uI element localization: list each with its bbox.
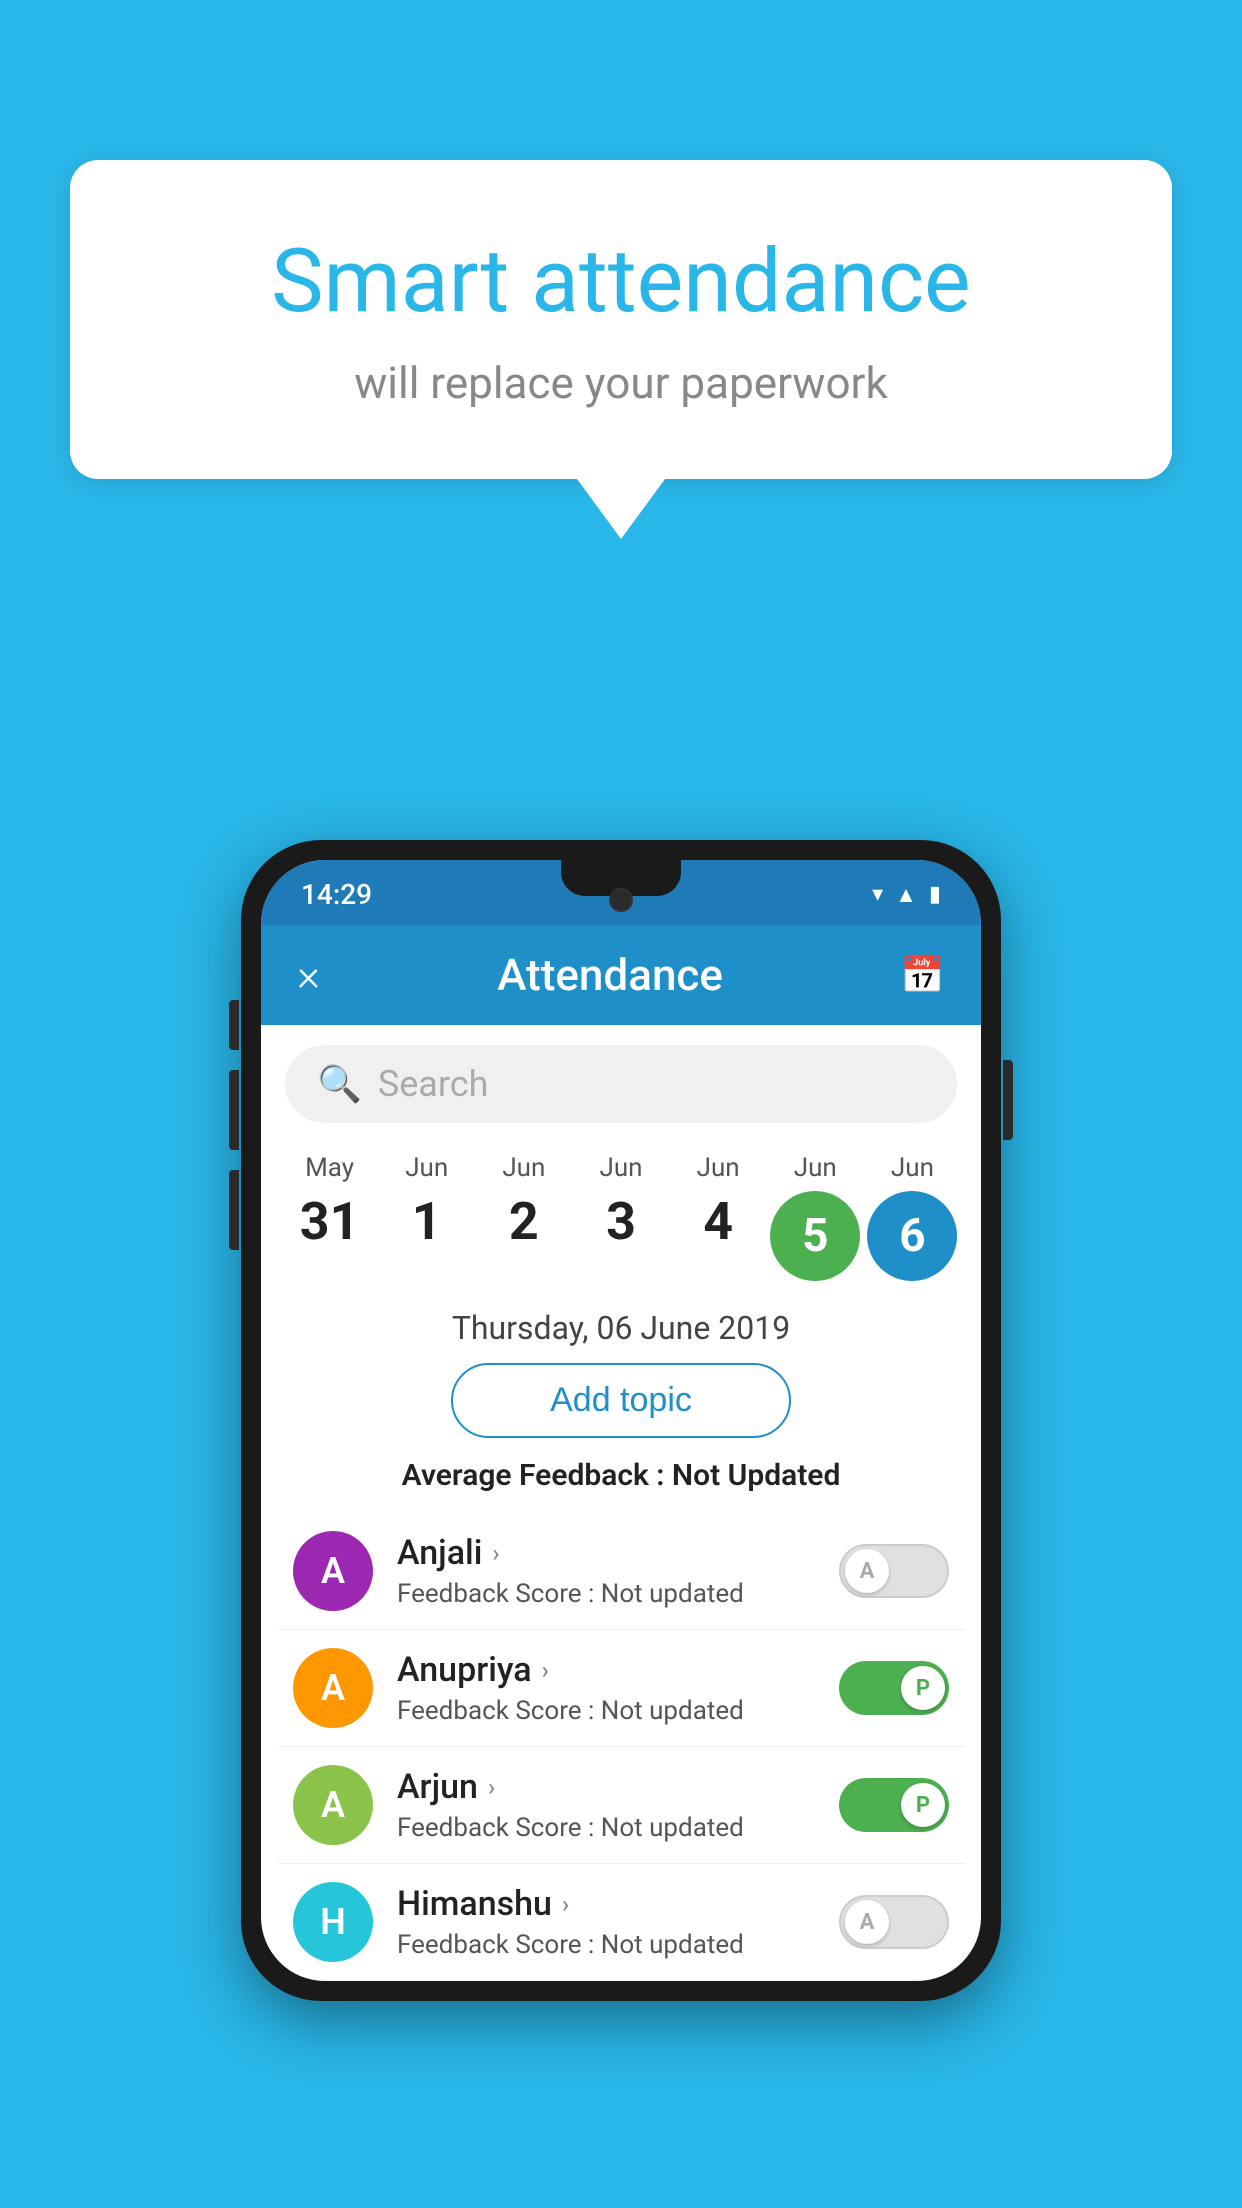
date-col-1[interactable]: Jun 1 [378,1153,475,1281]
phone-screen: 14:29 ▾ ▲ ▮ × Attendance 📅 🔍 Search [261,860,981,1981]
toggle-anupriya[interactable]: P [839,1661,949,1715]
student-row-anupriya[interactable]: A Anupriya › Feedback Score : Not update… [277,1630,965,1747]
date-col-0[interactable]: May 31 [281,1153,378,1281]
volume-down-button [229,1170,239,1250]
speech-bubble: Smart attendance will replace your paper… [70,160,1172,479]
student-feedback-arjun: Feedback Score : Not updated [397,1813,839,1843]
close-button[interactable]: × [297,949,320,1001]
selected-date-info: Thursday, 06 June 2019 [261,1281,981,1363]
date-month-5: Jun [794,1153,837,1183]
date-day-0: 31 [300,1191,360,1252]
date-day-1: 1 [412,1191,442,1252]
student-name-arjun: Arjun › [397,1767,839,1807]
toggle-switch-anupriya[interactable]: P [839,1661,949,1715]
search-bar[interactable]: 🔍 Search [285,1045,957,1123]
avg-feedback-label: Average Feedback : [402,1458,665,1493]
date-col-3[interactable]: Jun 3 [572,1153,669,1281]
toggle-knob-arjun: P [901,1783,945,1827]
student-info-arjun: Arjun › Feedback Score : Not updated [397,1767,839,1843]
status-icons: ▾ ▲ ▮ [872,882,941,908]
date-month-2: Jun [502,1153,545,1183]
avatar-anupriya: A [293,1648,373,1728]
chevron-icon: › [488,1773,495,1801]
mute-button [229,1000,239,1050]
power-button [1003,1060,1013,1140]
avg-feedback-value: Not Updated [672,1458,840,1493]
date-month-0: May [305,1153,354,1183]
date-day-3: 3 [606,1191,636,1252]
calendar-icon[interactable]: 📅 [900,954,945,996]
student-list: A Anjali › Feedback Score : Not updated [261,1513,981,1981]
toggle-anjali[interactable]: A [839,1544,949,1598]
student-row-anjali[interactable]: A Anjali › Feedback Score : Not updated [277,1513,965,1630]
chevron-icon: › [542,1656,549,1684]
date-col-2[interactable]: Jun 2 [475,1153,572,1281]
student-feedback-himanshu: Feedback Score : Not updated [397,1930,839,1960]
battery-icon: ▮ [929,882,941,907]
date-day-4: 4 [703,1191,733,1252]
toggle-himanshu[interactable]: A [839,1895,949,1949]
search-placeholder: Search [378,1063,489,1105]
date-day-5: 5 [770,1191,860,1281]
avatar-anjali: A [293,1531,373,1611]
phone-notch [561,860,681,896]
speech-bubble-container: Smart attendance will replace your paper… [70,160,1172,539]
app-header: × Attendance 📅 [261,925,981,1025]
volume-up-button [229,1070,239,1150]
student-info-anupriya: Anupriya › Feedback Score : Not updated [397,1650,839,1726]
date-col-6[interactable]: Jun 6 [864,1153,961,1281]
chevron-icon: › [492,1539,499,1567]
chevron-icon: › [562,1890,569,1918]
date-day-2: 2 [509,1191,539,1252]
add-topic-button[interactable]: Add topic [451,1363,791,1438]
date-month-4: Jun [697,1153,740,1183]
toggle-switch-anjali[interactable]: A [839,1544,949,1598]
student-info-himanshu: Himanshu › Feedback Score : Not updated [397,1884,839,1960]
phone-mockup: 14:29 ▾ ▲ ▮ × Attendance 📅 🔍 Search [241,840,1001,2001]
date-col-4[interactable]: Jun 4 [670,1153,767,1281]
toggle-knob-anupriya: P [901,1666,945,1710]
average-feedback: Average Feedback : Not Updated [261,1458,981,1493]
avatar-himanshu: H [293,1882,373,1962]
front-camera [609,888,633,912]
date-month-6: Jun [891,1153,934,1183]
date-day-6: 6 [867,1191,957,1281]
status-time: 14:29 [301,878,372,911]
student-feedback-anjali: Feedback Score : Not updated [397,1579,839,1609]
toggle-switch-himanshu[interactable]: A [839,1895,949,1949]
toggle-arjun[interactable]: P [839,1778,949,1832]
student-feedback-anupriya: Feedback Score : Not updated [397,1696,839,1726]
date-col-5[interactable]: Jun 5 [767,1153,864,1281]
speech-bubble-tail [577,479,665,539]
avatar-arjun: A [293,1765,373,1845]
toggle-switch-arjun[interactable]: P [839,1778,949,1832]
student-row-himanshu[interactable]: H Himanshu › Feedback Score : Not update… [277,1864,965,1981]
student-row-arjun[interactable]: A Arjun › Feedback Score : Not updated [277,1747,965,1864]
date-strip: May 31 Jun 1 Jun 2 Jun 3 Jun 4 [261,1143,981,1281]
date-month-1: Jun [405,1153,448,1183]
student-name-anjali: Anjali › [397,1533,839,1573]
student-name-himanshu: Himanshu › [397,1884,839,1924]
header-title: Attendance [497,949,723,1001]
phone-outer: 14:29 ▾ ▲ ▮ × Attendance 📅 🔍 Search [241,840,1001,2001]
toggle-knob-anjali: A [845,1549,889,1593]
speech-bubble-subtitle: will replace your paperwork [130,357,1112,409]
student-info-anjali: Anjali › Feedback Score : Not updated [397,1533,839,1609]
date-month-3: Jun [599,1153,642,1183]
student-name-anupriya: Anupriya › [397,1650,839,1690]
toggle-knob-himanshu: A [845,1900,889,1944]
signal-icon: ▲ [895,882,917,908]
speech-bubble-title: Smart attendance [130,230,1112,333]
wifi-icon: ▾ [872,882,883,907]
search-icon: 🔍 [317,1063,362,1105]
